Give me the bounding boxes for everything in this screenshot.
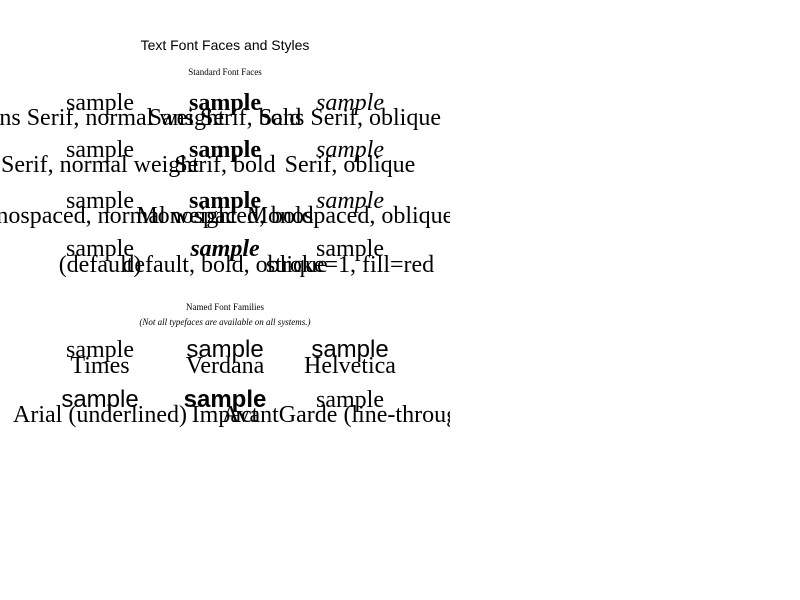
label-helvetica: Helvetica xyxy=(304,353,396,379)
label-stroke-fill: stroke=1, fill=red xyxy=(266,252,434,278)
label-arial-underlined: Arial (underlined) xyxy=(13,402,187,428)
font-faces-canvas: Text Font Faces and Styles Standard Font… xyxy=(0,37,478,428)
standard-faces-heading: Standard Font Faces xyxy=(188,67,262,77)
page-title: Text Font Faces and Styles xyxy=(141,37,310,53)
named-families-note: (Not all typefaces are available on all … xyxy=(139,317,310,327)
named-families-heading: Named Font Families xyxy=(186,302,264,312)
label-sans-oblique: Sans Serif, oblique xyxy=(259,105,441,131)
label-serif-normal: Serif, normal weight xyxy=(1,152,199,178)
label-mono-oblique: Monospaced, oblique xyxy=(247,203,454,229)
label-times: Times xyxy=(70,353,129,379)
label-serif-bold: Serif, bold xyxy=(174,152,275,178)
label-serif-oblique: Serif, oblique xyxy=(285,152,416,178)
label-avantgarde-line-through: AvantGarde (line-through) xyxy=(222,402,478,428)
label-verdana: Verdana xyxy=(186,353,265,379)
